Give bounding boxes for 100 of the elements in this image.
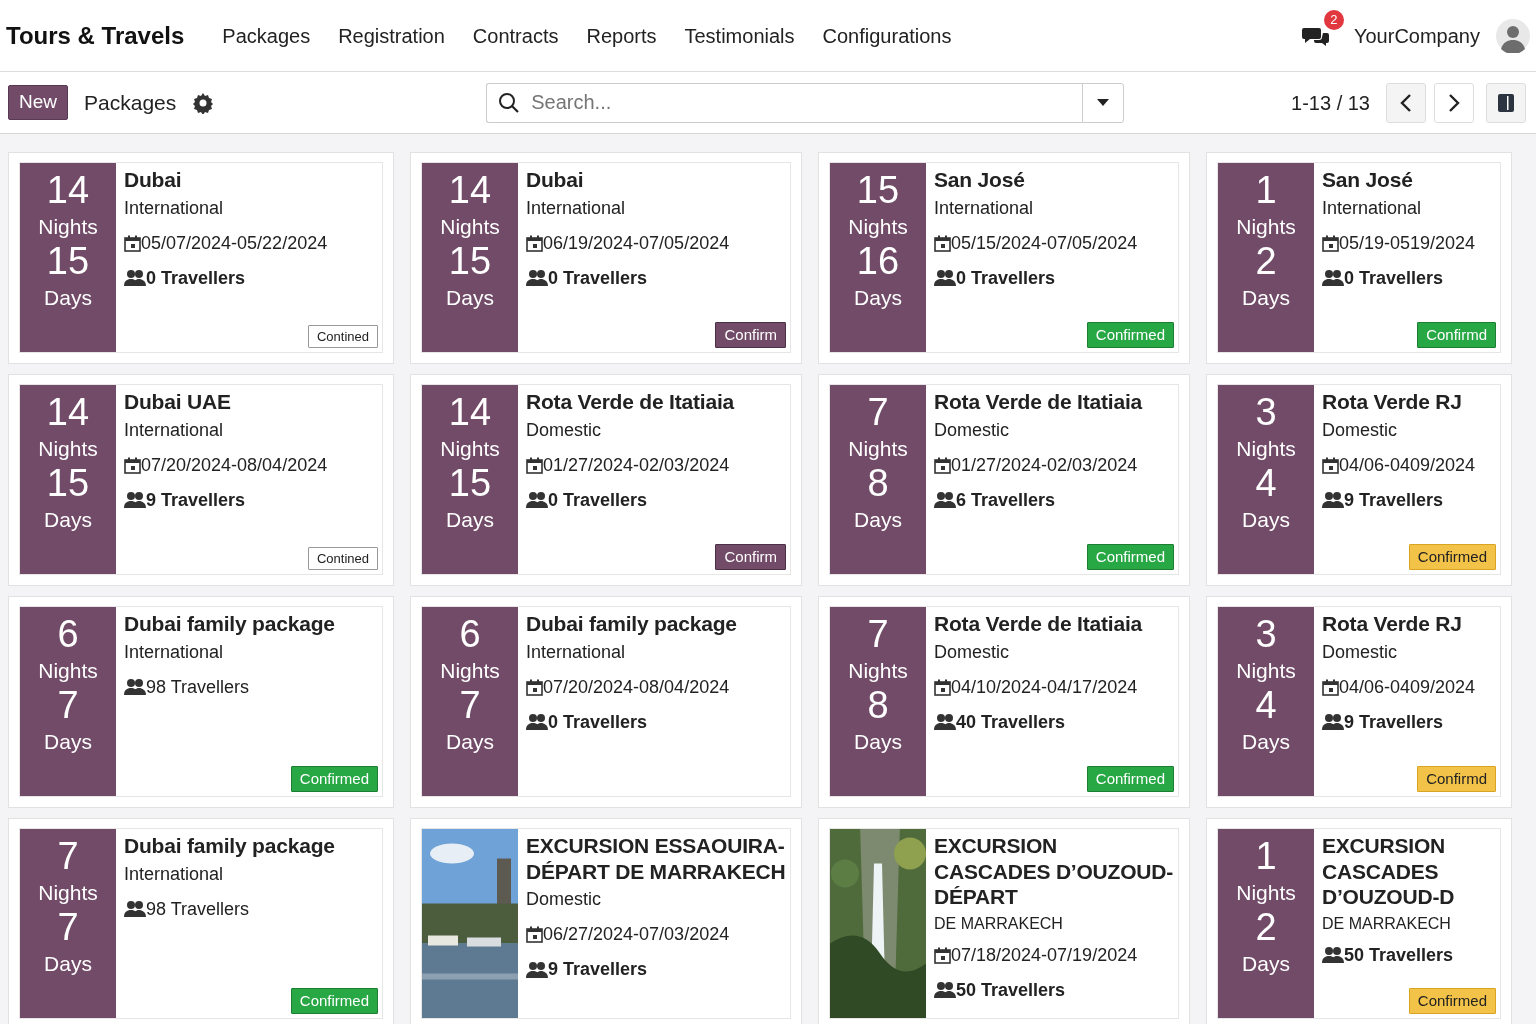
settings-icon[interactable] xyxy=(192,91,215,114)
calendar-icon xyxy=(1322,234,1339,252)
package-card[interactable]: 1 Nights 2 Days San José International 05/19-0519/2024 0 Travellers Confirmd xyxy=(1206,152,1512,364)
people-icon xyxy=(526,713,548,732)
travellers-count: 9 Travellers xyxy=(146,488,246,512)
side-panel-button[interactable] xyxy=(1486,82,1526,123)
days-label: Days xyxy=(1242,507,1290,534)
days-label: Days xyxy=(854,729,902,756)
package-card[interactable]: 1 Nights 2 Days EXCURSION CASCADES D’OUZOUD-D DE MARRAKECH 50 Travellers Confirmed xyxy=(1206,818,1512,1024)
package-type: International xyxy=(124,418,225,442)
people-icon xyxy=(124,269,146,288)
nights-count: 3 xyxy=(1255,615,1277,655)
status-tag: Confirmed xyxy=(1086,543,1174,570)
package-card[interactable]: 14 Nights 15 Days Rota Verde de Itatiaia Domestic 01/27/2024-02/03/2024 0 Travellers Confirm xyxy=(410,374,802,586)
notification-badge: 2 xyxy=(1324,10,1344,30)
next-button[interactable] xyxy=(1434,82,1474,123)
days-label: Days xyxy=(446,285,494,312)
nights-label: Nights xyxy=(848,213,908,240)
days-label: Days xyxy=(44,285,92,312)
package-title: Dubai xyxy=(124,167,183,193)
caret-icon xyxy=(1097,99,1110,108)
menu-item[interactable]: Testimonials xyxy=(670,20,809,51)
package-type: International xyxy=(526,196,627,220)
package-title: Rota Verde de Itatiaia xyxy=(934,611,1144,637)
new-button[interactable]: New xyxy=(8,85,68,120)
travellers-count: 9 Travellers xyxy=(1344,710,1444,734)
menu-item[interactable]: Registration xyxy=(324,20,459,51)
avatar-icon[interactable] xyxy=(1496,18,1530,53)
previous-button[interactable] xyxy=(1386,82,1426,123)
status-tag: Confirmed xyxy=(1086,765,1174,792)
search-options-button[interactable] xyxy=(1082,82,1125,123)
date-range: 07/18/2024-07/19/2024 xyxy=(951,943,1138,967)
package-title: EXCURSION CASCADES D’OUZOUD-DÉPART xyxy=(934,833,1174,910)
menu-item[interactable]: Contracts xyxy=(458,20,573,51)
menu-item[interactable]: Reports xyxy=(572,20,671,51)
pager-value: 1-13 / 13 xyxy=(1291,90,1370,116)
status-tag: Confirmed xyxy=(290,765,378,792)
people-icon xyxy=(1322,713,1344,732)
menu-item[interactable]: Packages xyxy=(208,20,325,51)
date-range: 07/20/2024-08/04/2024 xyxy=(141,453,328,477)
package-type: Domestic xyxy=(934,640,1010,664)
package-title: San José xyxy=(1322,167,1414,193)
nights-count: 6 xyxy=(459,615,481,655)
calendar-icon xyxy=(934,946,951,964)
package-card[interactable]: 7 Nights 7 Days Dubai family package International 98 Travellers Confirmed xyxy=(8,818,394,1024)
days-count: 4 xyxy=(1255,686,1277,727)
nights-label: Nights xyxy=(38,879,98,906)
days-label: Days xyxy=(44,729,92,756)
date-range: 05/15/2024-07/05/2024 xyxy=(951,231,1138,255)
menu-item[interactable]: Configurations xyxy=(808,20,966,51)
package-title: Rota Verde RJ xyxy=(1322,389,1463,415)
days-count: 15 xyxy=(448,242,492,283)
package-card[interactable]: EXCURSION ESSAOUIRA-DÉPART DE MARRAKECH Domestic 06/27/2024-07/03/2024 9 Travellers xyxy=(410,818,802,1024)
package-type: Domestic xyxy=(526,888,602,912)
people-icon xyxy=(1322,946,1344,965)
travellers-count: 0 Travellers xyxy=(548,488,648,512)
package-card[interactable]: EXCURSION CASCADES D’OUZOUD-DÉPART DE MARRAKECH 07/18/2024-07/19/2024 50 Travellers xyxy=(818,818,1190,1024)
nights-label: Nights xyxy=(440,213,500,240)
package-type: Domestic xyxy=(526,418,602,442)
package-card[interactable]: 3 Nights 4 Days Rota Verde RJ Domestic 04/06-0409/2024 9 Travellers Confirmed xyxy=(1206,374,1512,586)
nights-label: Nights xyxy=(1236,435,1296,462)
package-card[interactable]: 3 Nights 4 Days Rota Verde RJ Domestic 04/06-0409/2024 9 Travellers Confirmd xyxy=(1206,596,1512,808)
nights-count: 1 xyxy=(1255,171,1277,211)
package-card[interactable]: 7 Nights 8 Days Rota Verde de Itatiaia Domestic 04/10/2024-04/17/2024 40 Travellers Confirmed xyxy=(818,596,1190,808)
search-field[interactable]: Search... xyxy=(486,82,1083,123)
package-title: Rota Verde de Itatiaia xyxy=(526,389,736,415)
package-card[interactable]: 14 Nights 15 Days Dubai International 06/19/2024-07/05/2024 0 Travellers Confirm xyxy=(410,152,802,364)
nights-count: 14 xyxy=(448,393,492,433)
package-type: Domestic xyxy=(1322,418,1398,442)
nights-label: Nights xyxy=(38,435,98,462)
date-range: 05/07/2024-05/22/2024 xyxy=(141,231,328,255)
package-title: Dubai UAE xyxy=(124,389,232,415)
date-range: 04/06-0409/2024 xyxy=(1339,675,1476,699)
package-subtitle: DE MARRAKECH xyxy=(1322,913,1452,934)
package-card[interactable]: 6 Nights 7 Days Dubai family package International 07/20/2024-08/04/2024 0 Travellers xyxy=(410,596,802,808)
date-range: 06/19/2024-07/05/2024 xyxy=(543,231,730,255)
package-card[interactable]: 7 Nights 8 Days Rota Verde de Itatiaia Domestic 01/27/2024-02/03/2024 6 Travellers Confirmed xyxy=(818,374,1190,586)
days-label: Days xyxy=(44,507,92,534)
travellers-count: 9 Travellers xyxy=(1344,488,1444,512)
breadcrumb-title: Packages xyxy=(84,89,177,116)
package-card[interactable]: 14 Nights 15 Days Dubai International 05/07/2024-05/22/2024 0 Travellers Contined xyxy=(8,152,394,364)
days-count: 8 xyxy=(867,686,889,727)
calendar-icon xyxy=(526,456,543,474)
nights-label: Nights xyxy=(848,435,908,462)
package-card[interactable]: 14 Nights 15 Days Dubai UAE International 07/20/2024-08/04/2024 9 Travellers Contined xyxy=(8,374,394,586)
people-icon xyxy=(124,900,146,919)
people-icon xyxy=(934,981,956,1000)
nights-count: 7 xyxy=(867,615,889,655)
people-icon xyxy=(934,713,956,732)
package-card[interactable]: 15 Nights 16 Days San José International 05/15/2024-07/05/2024 0 Travellers Confirmed xyxy=(818,152,1190,364)
package-title: San José xyxy=(934,167,1026,193)
chevron-left-icon xyxy=(1400,93,1412,114)
date-range: 05/19-0519/2024 xyxy=(1339,231,1476,255)
days-count: 15 xyxy=(46,464,90,505)
package-card[interactable]: 6 Nights 7 Days Dubai family package International 98 Travellers Confirmed xyxy=(8,596,394,808)
company-name[interactable]: YourCompany xyxy=(1354,20,1480,51)
package-type: Domestic xyxy=(934,418,1010,442)
days-label: Days xyxy=(854,285,902,312)
calendar-icon xyxy=(526,926,543,944)
package-title: Dubai family package xyxy=(526,611,738,637)
